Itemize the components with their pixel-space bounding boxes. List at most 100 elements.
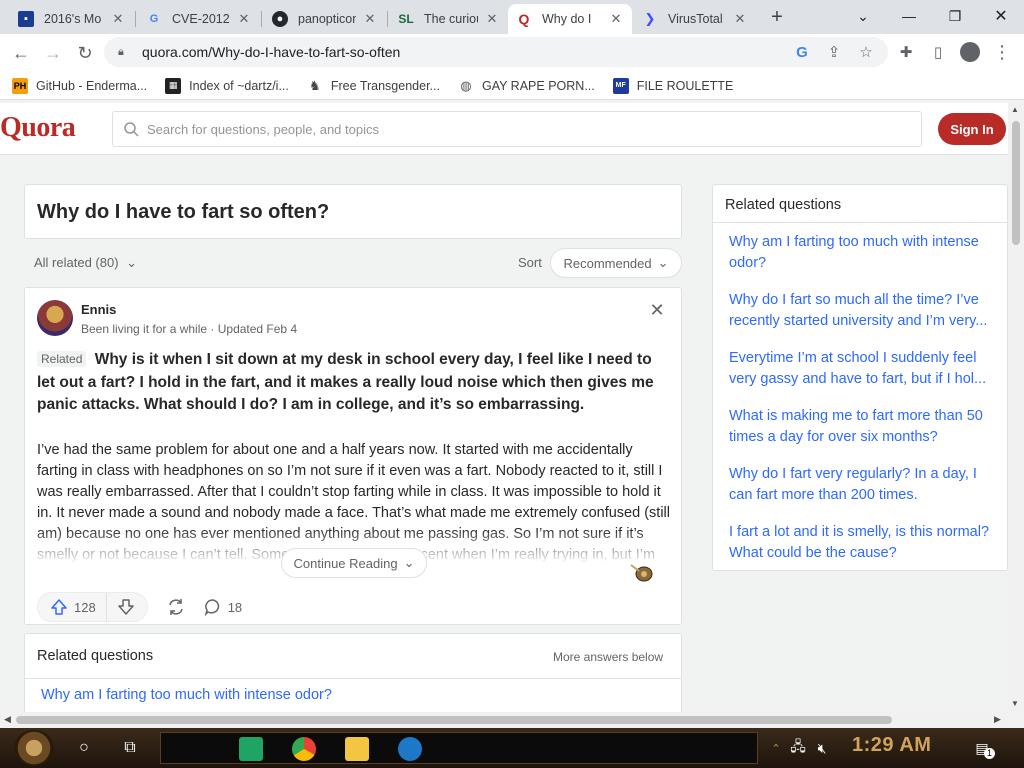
- quora-icon: Q: [518, 11, 530, 27]
- sidebar-question-link[interactable]: Why do I fart so much all the time? I’ve…: [729, 290, 999, 332]
- tab-curious[interactable]: SL The curiou ✕: [390, 4, 508, 34]
- bookmark-label: Free Transgender...: [330, 78, 440, 93]
- scroll-right-icon[interactable]: ▶: [994, 714, 1001, 725]
- side-panel-icon[interactable]: ▯: [926, 40, 950, 64]
- bookmark-github[interactable]: PH GitHub - Enderma...: [12, 77, 148, 94]
- close-tab-icon[interactable]: ✕: [732, 11, 748, 27]
- continue-reading-label: Continue Reading: [293, 555, 398, 571]
- sidebar-question-link[interactable]: I fart a lot and it is smelly, is this n…: [729, 522, 999, 564]
- extensions-icon[interactable]: ✚: [894, 40, 918, 64]
- upvote-button[interactable]: 128: [38, 593, 106, 621]
- clock[interactable]: 1:29 AM: [852, 734, 931, 757]
- search-input[interactable]: Search for questions, people, and topics: [112, 111, 922, 147]
- bookmark-index[interactable]: ▦ Index of ~dartz/i...: [165, 77, 289, 94]
- reload-button[interactable]: ↻: [70, 38, 100, 68]
- scroll-left-icon[interactable]: ◀: [4, 714, 11, 725]
- globe-app-icon[interactable]: [398, 737, 422, 761]
- tab-divider: [387, 11, 388, 27]
- related-question-link[interactable]: Why am I farting too much with intense o…: [41, 687, 332, 703]
- sidebar-question-link[interactable]: Everytime I’m at school I suddenly feel …: [729, 348, 999, 390]
- menu-kebab-icon[interactable]: ⋮: [990, 40, 1014, 64]
- close-tab-icon[interactable]: ✕: [236, 11, 252, 27]
- comment-icon: [204, 599, 219, 616]
- downvote-button[interactable]: [105, 593, 147, 621]
- scroll-down-icon[interactable]: ▼: [1011, 699, 1019, 708]
- all-related-dropdown[interactable]: All related (80) ⌄: [34, 255, 137, 271]
- ph-icon: PH: [12, 77, 28, 94]
- horizontal-scrollbar[interactable]: ◀ ▶: [0, 712, 1008, 728]
- close-tab-icon[interactable]: ✕: [608, 11, 624, 27]
- scroll-up-icon[interactable]: ▲: [1011, 105, 1019, 114]
- forward-button[interactable]: →: [38, 38, 68, 68]
- github-icon: ●: [272, 11, 288, 27]
- tray-overflow-icon[interactable]: ⌃: [764, 736, 788, 760]
- start-button[interactable]: [14, 730, 54, 766]
- close-tab-icon[interactable]: ✕: [484, 11, 500, 27]
- answer-card: Ennis Been living it for a while · Updat…: [24, 287, 682, 625]
- tab-title: VirusTotal: [668, 12, 723, 26]
- close-window-button[interactable]: ✕: [978, 0, 1024, 32]
- search-icon: [124, 122, 139, 137]
- minimize-button[interactable]: —: [886, 0, 932, 32]
- related-questions-card: Related questions More answers below Why…: [24, 633, 682, 712]
- comments-button[interactable]: 18: [204, 598, 242, 616]
- file-explorer-icon[interactable]: [345, 737, 369, 761]
- tab-virustotal[interactable]: ❯ VirusTotal ✕: [634, 4, 756, 34]
- close-tab-icon[interactable]: ✕: [362, 11, 378, 27]
- share-button[interactable]: [166, 597, 186, 617]
- task-view-icon[interactable]: ⧉: [118, 736, 142, 760]
- bookmark-star-icon[interactable]: ☆: [854, 40, 878, 64]
- related-question-text: Why is it when I sit down at my desk in …: [37, 351, 654, 413]
- back-button[interactable]: ←: [6, 38, 36, 68]
- tab-search-chevron-icon[interactable]: ⌄: [840, 0, 886, 32]
- restore-button[interactable]: ❐: [932, 0, 978, 32]
- chrome-icon[interactable]: [292, 737, 316, 761]
- address-bar[interactable]: 🔒︎ quora.com/Why-do-I-have-to-fart-so-of…: [104, 37, 888, 67]
- continue-reading-button[interactable]: Continue Reading ⌄: [281, 548, 427, 578]
- sidebar-question-link[interactable]: Why am I farting too much with intense o…: [729, 232, 999, 274]
- new-tab-button[interactable]: +: [766, 6, 788, 28]
- tab-2016[interactable]: ▪ 2016's Mo ✕: [10, 4, 134, 34]
- tab-quora[interactable]: Q Why do I ✕: [508, 4, 632, 34]
- avatar[interactable]: [37, 300, 73, 336]
- sl-icon: SL: [398, 12, 414, 26]
- bookmark-file-roulette[interactable]: MF FILE ROULETTE: [612, 77, 733, 94]
- vote-group: 128: [37, 592, 148, 622]
- question-title-card: Why do I have to fart so often?: [24, 184, 682, 239]
- share-icon[interactable]: ⇪: [822, 40, 846, 64]
- quora-logo[interactable]: Quora: [0, 112, 76, 144]
- tab-cve[interactable]: G CVE-2012- ✕: [138, 4, 260, 34]
- volume-muted-icon[interactable]: 🔇︎: [810, 736, 834, 760]
- related-tag: Related: [37, 351, 87, 367]
- bookmark-label: Index of ~dartz/i...: [189, 78, 289, 93]
- author-name[interactable]: Ennis: [81, 302, 116, 317]
- sign-in-button[interactable]: Sign In: [938, 113, 1006, 145]
- google-lens-icon[interactable]: G: [790, 40, 814, 64]
- sort-label: Sort: [518, 255, 542, 270]
- vertical-scrollbar[interactable]: ▲ ▼: [1008, 103, 1024, 712]
- scroll-thumb[interactable]: [1012, 121, 1020, 245]
- cortana-icon[interactable]: ○: [72, 736, 96, 760]
- tab-panopticon[interactable]: ● panopticon ✕: [264, 4, 386, 34]
- page-viewport: Quora Search for questions, people, and …: [0, 103, 1008, 712]
- close-tab-icon[interactable]: ✕: [110, 11, 126, 27]
- related-question[interactable]: Related Why is it when I sit down at my …: [37, 348, 667, 417]
- search-placeholder: Search for questions, people, and topics: [147, 121, 379, 137]
- close-icon[interactable]: ✕: [647, 300, 667, 320]
- notifications-icon[interactable]: ▤ 1: [970, 736, 995, 760]
- bookmark-globe[interactable]: ◍ GAY RAPE PORN...: [458, 77, 594, 94]
- sidebar-question-link[interactable]: Why do I fart very regularly? In a day, …: [729, 464, 999, 506]
- sidebar-question-link[interactable]: What is making me to fart more than 50 t…: [729, 406, 999, 448]
- sort-dropdown[interactable]: Recommended ⌄: [550, 248, 682, 278]
- qr-icon: ▦: [165, 77, 182, 94]
- globe-icon: ◍: [460, 77, 472, 93]
- scroll-thumb[interactable]: [16, 716, 892, 724]
- bookmark-label: GitHub - Enderma...: [36, 78, 148, 93]
- tab-strip: ▪ 2016's Mo ✕ G CVE-2012- ✕ ● panopticon…: [0, 0, 1024, 34]
- tab-title: panopticon: [298, 12, 356, 26]
- sidebar-related-card: Related questions Why am I farting too m…: [712, 184, 1008, 571]
- bookmark-free[interactable]: ♞ Free Transgender...: [307, 78, 440, 94]
- profile-icon[interactable]: [958, 40, 982, 64]
- sheets-icon[interactable]: [239, 737, 263, 761]
- network-icon[interactable]: 🖧︎: [786, 736, 810, 760]
